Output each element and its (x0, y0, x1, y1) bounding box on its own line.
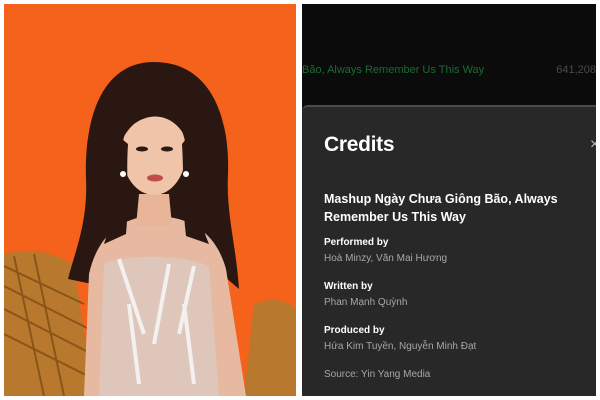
play-count: 641,208 (556, 64, 596, 76)
close-icon[interactable]: × (590, 137, 596, 153)
performed-by-label: Performed by (324, 237, 389, 248)
source-label: Source: Yin Yang Media (324, 369, 431, 380)
song-title: Mashup Ngày Chưa Giông Bão, Always Remem… (324, 192, 558, 224)
writers: Phan Mạnh Quỳnh (324, 297, 408, 308)
performers: Hoà Minzy, Văn Mai Hương (324, 253, 448, 264)
produced-by-label: Produced by (324, 325, 385, 336)
credits-dialog: Credits × Mashup Ngày Chưa Giông Bão, Al… (302, 105, 596, 396)
track-row[interactable]: Bão, Always Remember Us This Way 641,208 (302, 4, 596, 104)
artist-photo (4, 4, 296, 396)
artist-photo-illustration (4, 4, 296, 396)
track-title[interactable]: Bão, Always Remember Us This Way (302, 64, 484, 76)
dialog-title: Credits (324, 133, 395, 156)
spotify-window: Bão, Always Remember Us This Way 641,208… (302, 4, 596, 396)
written-by-label: Written by (324, 281, 373, 292)
producers: Hứa Kim Tuyền, Nguyễn Minh Đạt (324, 341, 477, 352)
